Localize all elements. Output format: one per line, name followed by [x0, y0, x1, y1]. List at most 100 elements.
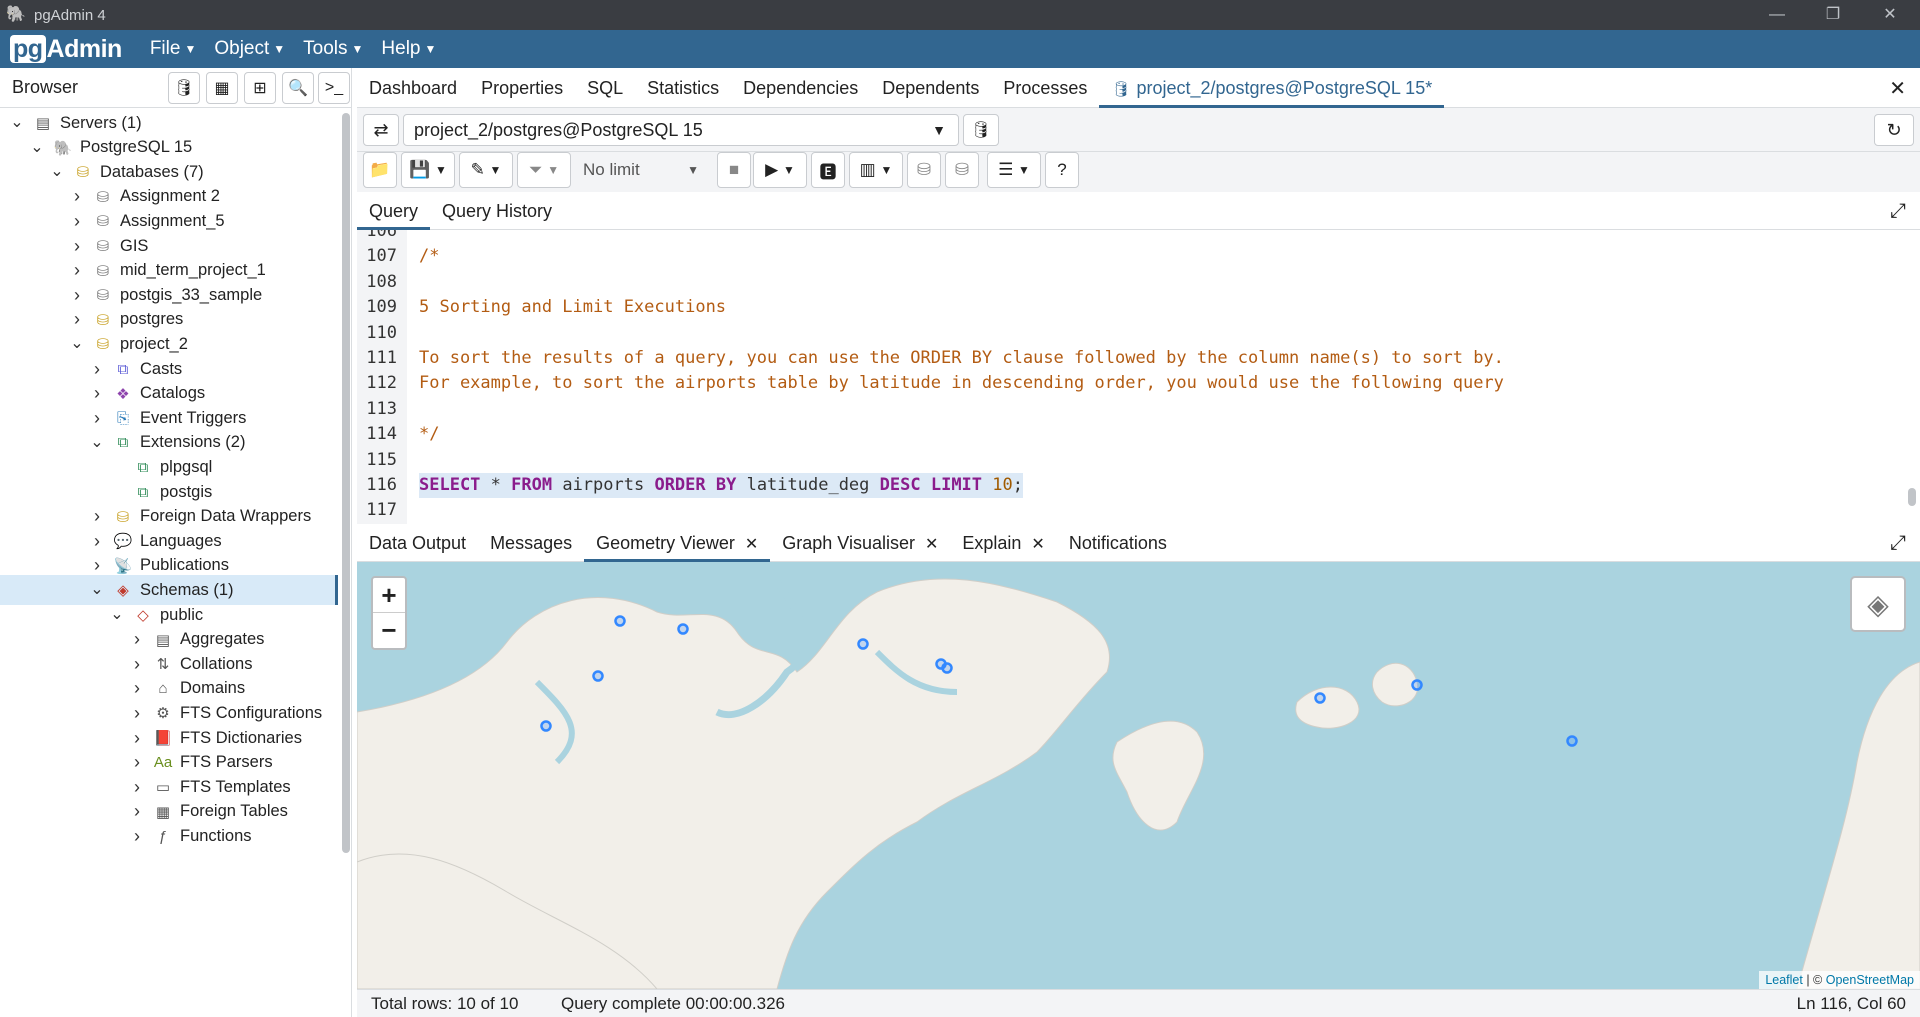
- openstreetmap-link[interactable]: OpenStreetMap: [1826, 973, 1914, 987]
- stop-icon[interactable]: ■: [717, 152, 751, 188]
- chevron-right-icon[interactable]: ›: [70, 236, 84, 257]
- explain-icon[interactable]: 🅴: [811, 152, 845, 188]
- help-icon[interactable]: ?: [1045, 152, 1079, 188]
- filter-button[interactable]: ⏷ ▼: [517, 152, 571, 188]
- tab-processes[interactable]: Processes: [991, 68, 1099, 108]
- tab-dependents[interactable]: Dependents: [870, 68, 991, 108]
- tab-messages[interactable]: Messages: [478, 524, 584, 562]
- airport-marker[interactable]: [1314, 692, 1326, 704]
- chevron-right-icon[interactable]: ›: [130, 678, 144, 699]
- chevron-right-icon[interactable]: ›: [70, 309, 84, 330]
- code-line[interactable]: 111 To sort the results of a query, you c…: [357, 346, 1897, 371]
- layers-icon[interactable]: ◈: [1850, 576, 1906, 632]
- airport-marker[interactable]: [1411, 679, 1423, 691]
- airport-marker[interactable]: [941, 662, 953, 674]
- menu-object[interactable]: Object ▼: [214, 38, 285, 60]
- chevron-down-icon[interactable]: ⌄: [70, 336, 84, 352]
- new-connection-icon[interactable]: 🛢: [963, 114, 999, 146]
- chevron-right-icon[interactable]: ›: [70, 211, 84, 232]
- tree-item[interactable]: › ƒ Functions: [0, 821, 338, 851]
- tab-sql[interactable]: SQL: [575, 68, 635, 108]
- chevron-right-icon[interactable]: ›: [90, 383, 104, 404]
- chevron-right-icon[interactable]: ›: [130, 654, 144, 675]
- close-tab-icon[interactable]: ✕: [1889, 76, 1906, 101]
- commit-icon[interactable]: ⛁: [907, 152, 941, 188]
- maximize-icon[interactable]: ⤢: [1890, 532, 1906, 555]
- chevron-right-icon[interactable]: ›: [90, 531, 104, 552]
- chevron-right-icon[interactable]: ›: [90, 408, 104, 429]
- tab-query-history[interactable]: Query History: [430, 192, 564, 230]
- code-line[interactable]: 107 /*: [357, 244, 1897, 269]
- object-explorer-db-icon[interactable]: 🛢: [168, 72, 200, 104]
- chevron-right-icon[interactable]: ›: [130, 703, 144, 724]
- chevron-right-icon[interactable]: ›: [70, 186, 84, 207]
- chevron-right-icon[interactable]: ›: [130, 752, 144, 773]
- tab-dependencies[interactable]: Dependencies: [731, 68, 870, 108]
- menu-tools[interactable]: Tools ▼: [303, 38, 363, 60]
- code-line[interactable]: 115: [357, 448, 1897, 473]
- tab-statistics[interactable]: Statistics: [635, 68, 731, 108]
- chevron-right-icon[interactable]: ›: [130, 801, 144, 822]
- tab-explain[interactable]: Explain ✕: [950, 524, 1056, 562]
- execute-button[interactable]: ▶ ▼: [753, 152, 807, 188]
- menu-file[interactable]: File ▼: [150, 38, 197, 60]
- airport-marker[interactable]: [592, 670, 604, 682]
- search-icon[interactable]: 🔍: [282, 72, 314, 104]
- close-icon[interactable]: ✕: [1031, 536, 1044, 553]
- rollback-icon[interactable]: ⛁: [945, 152, 979, 188]
- airport-marker[interactable]: [677, 623, 689, 635]
- editor-scrollbar[interactable]: [1908, 488, 1916, 506]
- tab-properties[interactable]: Properties: [469, 68, 575, 108]
- open-file-icon[interactable]: 📁: [363, 152, 397, 188]
- leaflet-link[interactable]: Leaflet: [1765, 973, 1803, 987]
- chevron-right-icon[interactable]: ›: [130, 629, 144, 650]
- chevron-down-icon[interactable]: ⌄: [50, 164, 64, 180]
- connection-status-icon[interactable]: ⇄: [363, 114, 399, 146]
- connection-select[interactable]: project_2/postgres@PostgreSQL 15 ▼: [403, 114, 959, 146]
- view-data-grid-icon[interactable]: ▦: [206, 72, 238, 104]
- airport-marker[interactable]: [540, 720, 552, 732]
- airport-marker[interactable]: [857, 638, 869, 650]
- chevron-down-icon[interactable]: ⌄: [90, 434, 104, 450]
- close-icon[interactable]: ✕: [925, 536, 938, 553]
- tab-graph-visualiser[interactable]: Graph Visualiser ✕: [770, 524, 950, 562]
- chevron-right-icon[interactable]: ›: [130, 728, 144, 749]
- tab-query[interactable]: Query: [357, 192, 431, 230]
- rows-limit-select[interactable]: No limit ▼: [573, 152, 709, 188]
- chevron-down-icon[interactable]: ⌄: [90, 582, 104, 598]
- geometry-map[interactable]: + − ◈ Leaflet | © OpenStreetMap: [357, 562, 1920, 989]
- chevron-down-icon[interactable]: ⌄: [30, 139, 44, 155]
- filtered-rows-icon[interactable]: ⊞: [244, 72, 276, 104]
- close-window-button[interactable]: ✕: [1860, 0, 1920, 30]
- chevron-right-icon[interactable]: ›: [70, 260, 84, 281]
- zoom-out-button[interactable]: −: [373, 613, 405, 648]
- chevron-right-icon[interactable]: ›: [130, 777, 144, 798]
- airport-marker[interactable]: [614, 615, 626, 627]
- macros-button[interactable]: ☰ ▼: [987, 152, 1041, 188]
- code-line[interactable]: 108: [357, 270, 1897, 295]
- code-line[interactable]: 114 */: [357, 422, 1897, 447]
- menu-help[interactable]: Help ▼: [381, 38, 436, 60]
- code-line[interactable]: 117: [357, 498, 1897, 523]
- close-icon[interactable]: ✕: [745, 536, 758, 553]
- tab-notifications[interactable]: Notifications: [1057, 524, 1179, 562]
- chevron-right-icon[interactable]: ›: [90, 359, 104, 380]
- chevron-right-icon[interactable]: ›: [90, 506, 104, 527]
- edit-button[interactable]: ✎ ▼: [459, 152, 513, 188]
- chevron-down-icon[interactable]: ⌄: [110, 607, 124, 623]
- chevron-right-icon[interactable]: ›: [130, 826, 144, 847]
- code-line[interactable]: 112 For example, to sort the airports tab…: [357, 371, 1897, 396]
- save-file-button[interactable]: 💾 ▼: [401, 152, 455, 188]
- code-line[interactable]: 110: [357, 321, 1897, 346]
- chevron-down-icon[interactable]: ⌄: [10, 115, 24, 131]
- chevron-right-icon[interactable]: ›: [70, 285, 84, 306]
- zoom-in-button[interactable]: +: [373, 578, 405, 613]
- tab-data-output[interactable]: Data Output: [357, 524, 478, 562]
- browser-scrollbar[interactable]: [342, 113, 350, 853]
- tab-dashboard[interactable]: Dashboard: [357, 68, 469, 108]
- maximize-icon[interactable]: ⤢: [1890, 200, 1906, 223]
- minimize-button[interactable]: —: [1747, 0, 1807, 30]
- sql-editor[interactable]: 106 107 /* 108 109 5 Sorting and Limit Execut…: [357, 230, 1920, 524]
- reset-layout-icon[interactable]: ↻: [1874, 114, 1914, 146]
- code-line[interactable]: 109 5 Sorting and Limit Executions: [357, 295, 1897, 320]
